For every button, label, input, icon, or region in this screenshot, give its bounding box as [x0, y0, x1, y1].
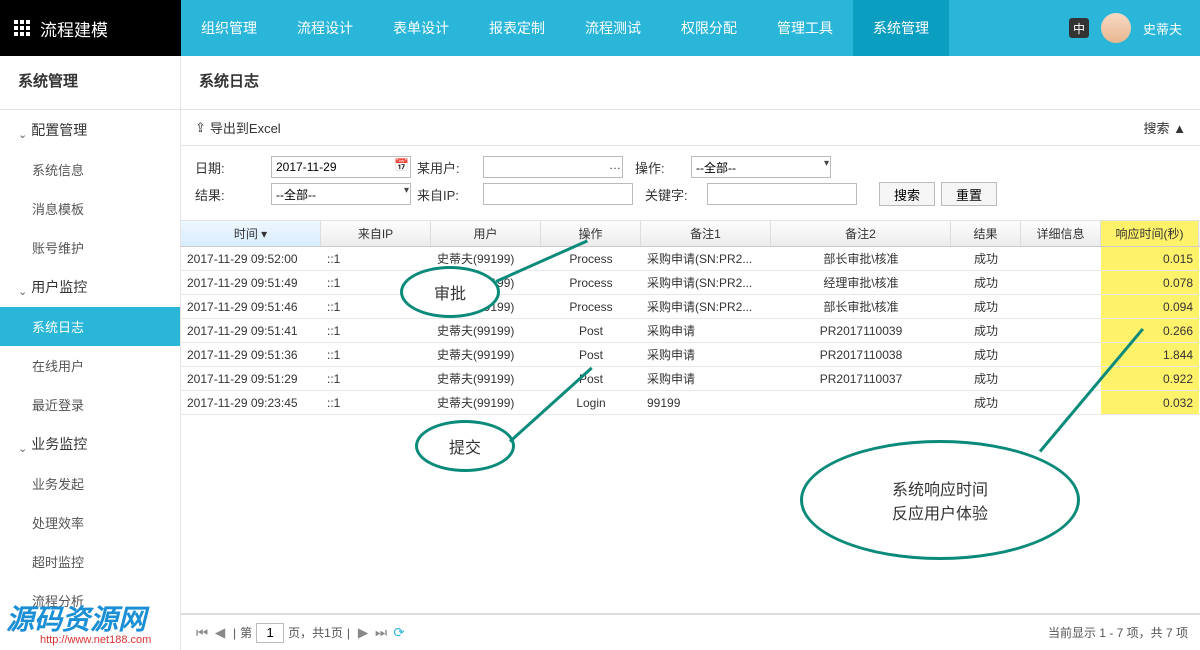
- table-row[interactable]: 2017-11-29 09:51:41::1史蒂夫(99199)Post采购申请…: [181, 319, 1200, 343]
- avatar[interactable]: [1101, 13, 1131, 43]
- brand-label: 流程建模: [40, 16, 108, 41]
- sidebar-title: 系统管理: [0, 56, 180, 110]
- sidebar: 系统管理 配置管理系统信息消息模板账号维护用户监控系统日志在线用户最近登录业务监…: [0, 56, 181, 650]
- top-nav: 流程建模 组织管理流程设计表单设计报表定制流程测试权限分配管理工具系统管理 中 …: [0, 0, 1200, 56]
- column-header[interactable]: 备注2: [771, 221, 951, 246]
- nav-tab[interactable]: 系统管理: [853, 0, 949, 56]
- keyword-label: 关键字:: [645, 185, 701, 204]
- nav-tab[interactable]: 表单设计: [373, 0, 469, 56]
- column-header[interactable]: 详细信息: [1021, 221, 1101, 246]
- sidebar-item[interactable]: 系统日志: [0, 307, 180, 346]
- pager-summary: 当前显示 1 - 7 项，共 7 项: [1048, 624, 1188, 641]
- sidebar-group[interactable]: 业务监控: [0, 424, 180, 464]
- first-page-button[interactable]: ⏮: [193, 624, 211, 642]
- column-header[interactable]: 用户: [431, 221, 541, 246]
- sidebar-item[interactable]: 在线用户: [0, 346, 180, 385]
- sidebar-item[interactable]: 最近登录: [0, 385, 180, 424]
- user-input[interactable]: [483, 156, 623, 178]
- pager: ⏮ ◀ | 第 页，共1页 | ▶ ⏭ ⟳ 当前显示 1 - 7 项，共 7 项: [181, 614, 1200, 650]
- column-header[interactable]: 时间 ▾: [181, 221, 321, 246]
- result-select[interactable]: [271, 183, 411, 205]
- sidebar-item[interactable]: 超时监控: [0, 542, 180, 581]
- search-button[interactable]: 搜索: [879, 182, 935, 206]
- nav-tab[interactable]: 管理工具: [757, 0, 853, 56]
- nav-tab[interactable]: 权限分配: [661, 0, 757, 56]
- column-header[interactable]: 结果: [951, 221, 1021, 246]
- result-label: 结果:: [195, 185, 265, 204]
- nav-tab[interactable]: 流程测试: [565, 0, 661, 56]
- date-input[interactable]: [271, 156, 411, 178]
- action-select[interactable]: [691, 156, 831, 178]
- brand: 流程建模: [0, 0, 181, 56]
- sidebar-item[interactable]: 业务发起: [0, 464, 180, 503]
- sidebar-item[interactable]: 处理效率: [0, 503, 180, 542]
- nav-tab[interactable]: 流程设计: [277, 0, 373, 56]
- refresh-button[interactable]: ⟳: [390, 624, 408, 642]
- next-page-button[interactable]: ▶: [354, 624, 372, 642]
- sidebar-item[interactable]: 账号维护: [0, 228, 180, 267]
- table-row[interactable]: 2017-11-29 09:51:46::1史蒂夫(99199)Process采…: [181, 295, 1200, 319]
- column-header[interactable]: 备注1: [641, 221, 771, 246]
- sidebar-item[interactable]: 流程分析: [0, 581, 180, 620]
- user-label: 某用户:: [417, 158, 477, 177]
- prev-page-button[interactable]: ◀: [211, 624, 229, 642]
- reset-button[interactable]: 重置: [941, 182, 997, 206]
- search-toggle[interactable]: 搜索 ▲: [1144, 118, 1186, 137]
- nav-tab[interactable]: 报表定制: [469, 0, 565, 56]
- column-header[interactable]: 响应时间(秒): [1101, 221, 1199, 246]
- apps-icon[interactable]: [14, 20, 30, 36]
- column-header[interactable]: 来自IP: [321, 221, 431, 246]
- column-header[interactable]: 操作: [541, 221, 641, 246]
- content: 系统日志 ⇪ 导出到Excel 搜索 ▲ 日期: 📅 某用户: … 操作: ▾ …: [181, 56, 1200, 650]
- keyword-input[interactable]: [707, 183, 857, 205]
- filter-panel: 日期: 📅 某用户: … 操作: ▾ 结果: ▾ 来自IP: 关键字: 搜索 重…: [181, 146, 1200, 221]
- sidebar-group[interactable]: 配置管理: [0, 110, 180, 150]
- log-grid: 时间 ▾来自IP用户操作备注1备注2结果详细信息响应时间(秒) 2017-11-…: [181, 221, 1200, 603]
- page-input[interactable]: [256, 623, 284, 643]
- page-title: 系统日志: [181, 56, 1200, 110]
- export-excel-button[interactable]: ⇪ 导出到Excel: [195, 118, 281, 137]
- table-row[interactable]: 2017-11-29 09:23:45::1史蒂夫(99199)Login991…: [181, 391, 1200, 415]
- language-badge[interactable]: 中: [1069, 18, 1089, 38]
- action-label: 操作:: [635, 158, 685, 177]
- last-page-button[interactable]: ⏭: [372, 624, 390, 642]
- table-row[interactable]: 2017-11-29 09:51:49::1史蒂夫(99199)Process采…: [181, 271, 1200, 295]
- table-row[interactable]: 2017-11-29 09:51:29::1史蒂夫(99199)Post采购申请…: [181, 367, 1200, 391]
- ip-label: 来自IP:: [417, 185, 477, 204]
- table-row[interactable]: 2017-11-29 09:52:00::1史蒂夫(99199)Process采…: [181, 247, 1200, 271]
- username-label[interactable]: 史蒂夫: [1143, 19, 1182, 38]
- toolbar: ⇪ 导出到Excel 搜索 ▲: [181, 110, 1200, 146]
- sidebar-item[interactable]: 系统信息: [0, 150, 180, 189]
- nav-tabs: 组织管理流程设计表单设计报表定制流程测试权限分配管理工具系统管理: [181, 0, 1069, 56]
- nav-right: 中 史蒂夫: [1069, 13, 1200, 43]
- ip-input[interactable]: [483, 183, 633, 205]
- sidebar-item[interactable]: 消息模板: [0, 189, 180, 228]
- date-label: 日期:: [195, 158, 265, 177]
- table-row[interactable]: 2017-11-29 09:51:36::1史蒂夫(99199)Post采购申请…: [181, 343, 1200, 367]
- nav-tab[interactable]: 组织管理: [181, 0, 277, 56]
- export-icon: ⇪: [195, 120, 206, 136]
- grid-header: 时间 ▾来自IP用户操作备注1备注2结果详细信息响应时间(秒): [181, 221, 1200, 247]
- sidebar-group[interactable]: 用户监控: [0, 267, 180, 307]
